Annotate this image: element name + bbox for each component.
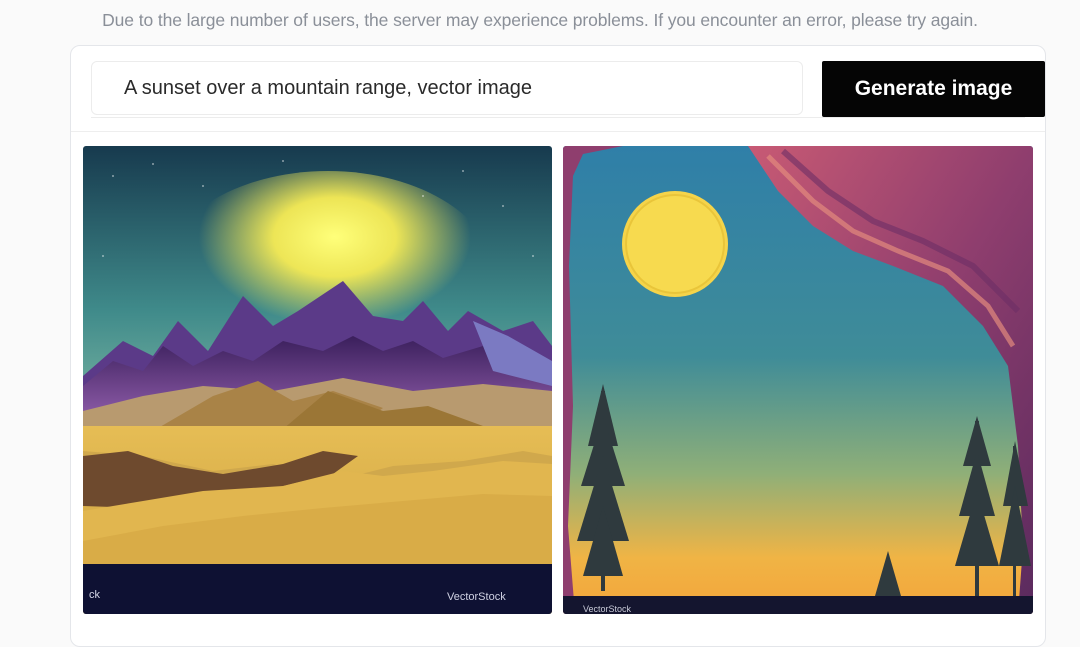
divider (71, 131, 1045, 132)
watermark-right: VectorStock (447, 591, 506, 603)
watermark-bottom: VectorStock (583, 604, 632, 614)
watermark-left: ck (89, 589, 101, 601)
generate-image-button[interactable]: Generate image (822, 61, 1045, 117)
prompt-bar: Generate image (91, 61, 1045, 118)
generated-image-2[interactable]: VectorStock (563, 146, 1033, 614)
server-notice: Due to the large number of users, the se… (102, 10, 978, 30)
mountain-sunset-image: ck VectorStock (83, 146, 552, 614)
prompt-input[interactable] (91, 61, 803, 115)
forest-sun-image: VectorStock (563, 146, 1033, 614)
generator-card: Generate image (70, 45, 1046, 647)
generated-image-1[interactable]: ck VectorStock (83, 146, 552, 614)
